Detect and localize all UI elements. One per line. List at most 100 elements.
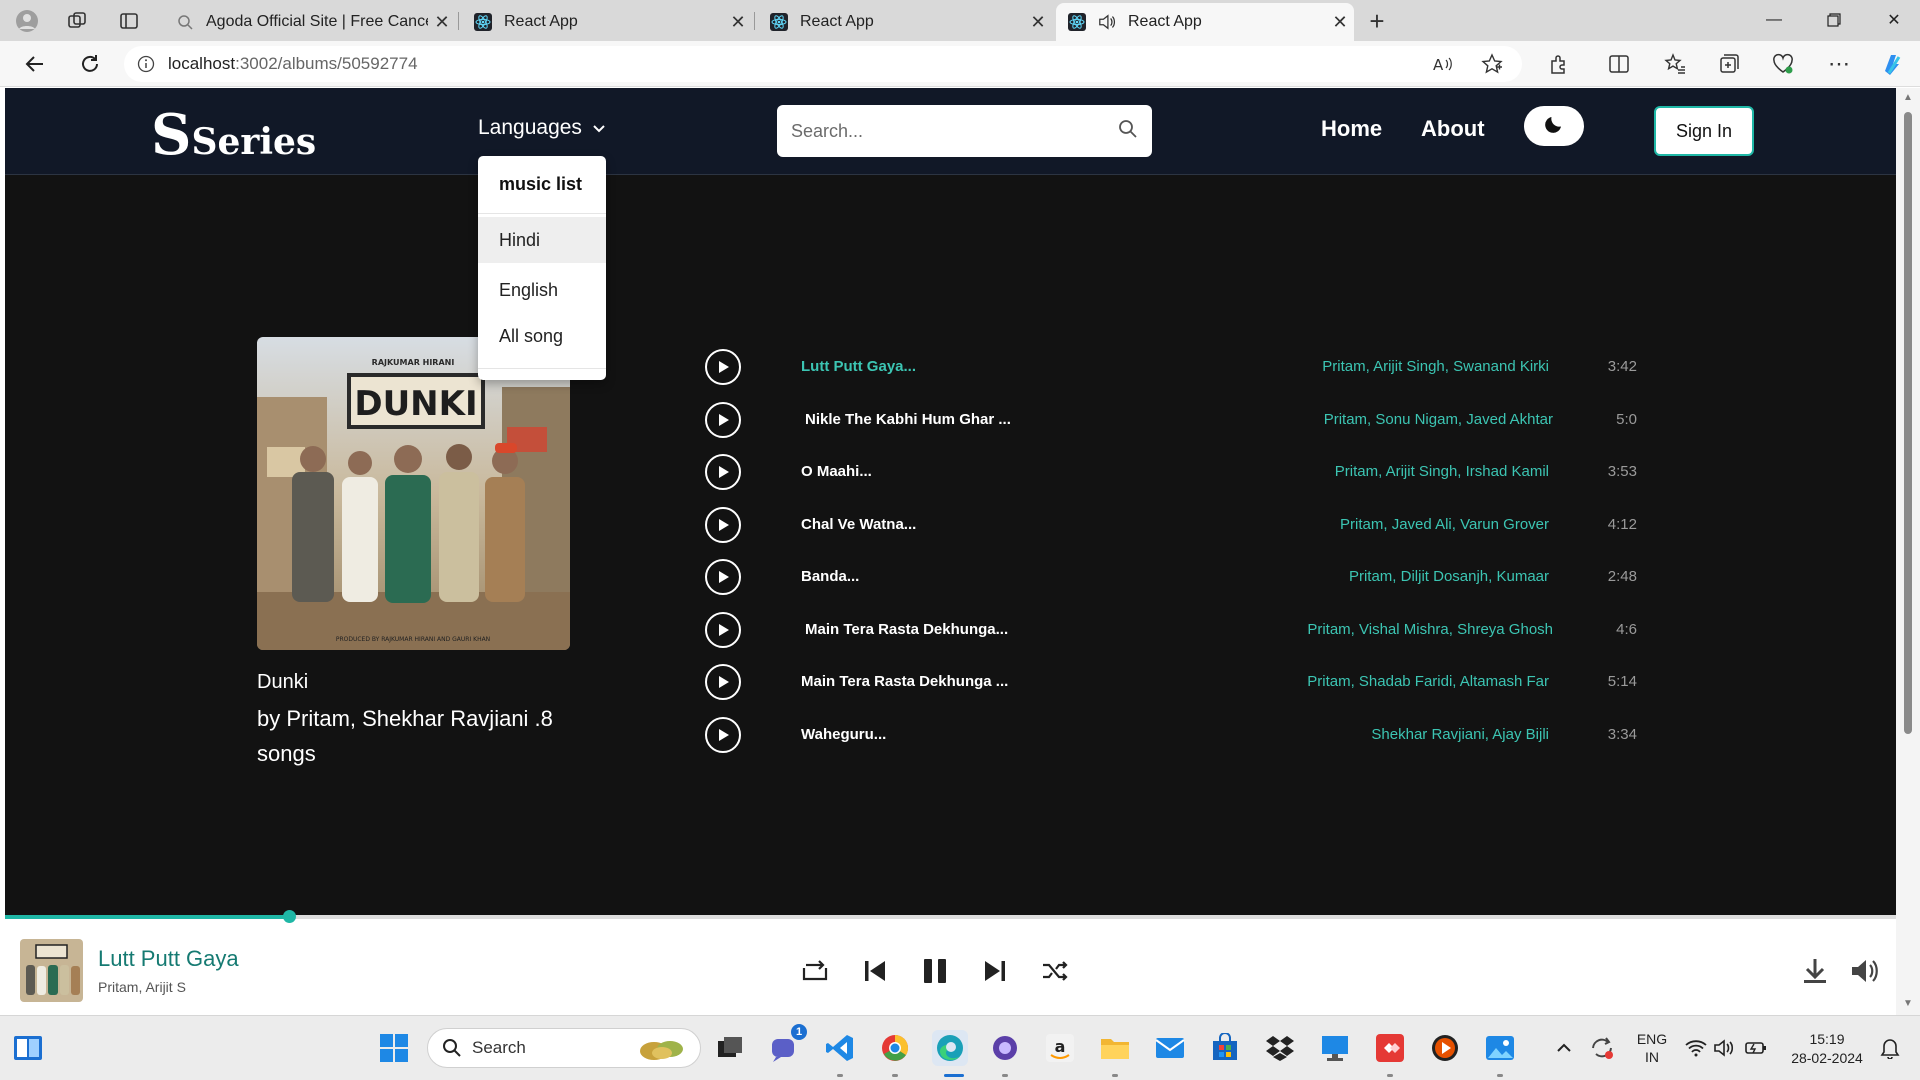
split-screen-icon[interactable] — [1604, 49, 1634, 79]
track-title[interactable]: Nikle The Kabhi Hum Ghar ... — [805, 411, 1011, 428]
track-row[interactable]: Chal Ve Watna... Pritam, Javed Ali, Varu… — [5, 507, 1896, 559]
speaker-icon[interactable] — [1706, 1030, 1742, 1066]
volume-icon[interactable] — [1847, 953, 1883, 989]
track-row[interactable]: Nikle The Kabhi Hum Ghar ... Pritam, Son… — [5, 402, 1896, 454]
browser-essentials-icon[interactable] — [1768, 49, 1798, 79]
taskbar-clock[interactable]: 15:19 28-02-2024 — [1782, 1030, 1872, 1068]
repeat-icon[interactable] — [797, 953, 833, 989]
sign-in-button[interactable]: Sign In — [1654, 106, 1754, 156]
remote-desktop-icon[interactable] — [1317, 1030, 1353, 1066]
start-windows-icon[interactable] — [376, 1030, 412, 1066]
dropbox-icon[interactable] — [1262, 1030, 1298, 1066]
anydesk-icon[interactable] — [1372, 1030, 1408, 1066]
scroll-down-icon[interactable]: ▼ — [1902, 998, 1914, 1010]
page-scrollbar[interactable]: ▲ ▼ — [1896, 88, 1920, 1015]
track-title[interactable]: Main Tera Rasta Dekhunga ... — [801, 673, 1008, 690]
battery-icon[interactable] — [1738, 1030, 1774, 1066]
favorites-icon[interactable] — [1660, 49, 1690, 79]
track-title[interactable]: Banda... — [801, 568, 859, 585]
play-circle-icon[interactable] — [705, 612, 741, 648]
tab-close-icon[interactable]: ✕ — [1024, 12, 1052, 33]
progress-bar[interactable] — [5, 910, 1896, 923]
shuffle-icon[interactable] — [1037, 953, 1073, 989]
nav-home-link[interactable]: Home — [1321, 116, 1382, 142]
back-arrow-icon[interactable] — [20, 49, 50, 79]
track-title[interactable]: Lutt Putt Gaya... — [801, 358, 916, 375]
site-info-icon[interactable] — [124, 55, 168, 73]
vscode-icon[interactable] — [822, 1030, 858, 1066]
track-row[interactable]: Lutt Putt Gaya... Pritam, Arijit Singh, … — [5, 349, 1896, 401]
tab-close-icon[interactable]: ✕ — [724, 12, 752, 33]
dropdown-item-all-song[interactable]: All song — [478, 313, 606, 359]
play-circle-icon[interactable] — [705, 664, 741, 700]
languages-dropdown-toggle[interactable]: Languages — [478, 116, 606, 140]
sync-icon[interactable] — [1584, 1030, 1620, 1066]
close-window-icon[interactable]: ✕ — [1872, 6, 1916, 34]
new-tab-icon[interactable]: + — [1362, 6, 1392, 36]
input-language-indicator[interactable]: ENG IN — [1632, 1030, 1672, 1066]
tab-agoda[interactable]: Agoda Official Site | Free Cancellation … — [164, 3, 456, 41]
tab-audio-playing-icon[interactable] — [1098, 13, 1116, 31]
favorite-star-icon[interactable] — [1477, 49, 1507, 79]
play-circle-icon[interactable] — [705, 507, 741, 543]
next-track-icon[interactable] — [977, 953, 1013, 989]
profile-icon[interactable] — [12, 6, 42, 36]
taskbar-search-box[interactable]: Search — [427, 1028, 701, 1068]
nav-about-link[interactable]: About — [1421, 116, 1485, 142]
notifications-bell-icon[interactable] — [1872, 1030, 1908, 1066]
edge-icon[interactable] — [932, 1030, 968, 1066]
tab-react-app-2[interactable]: React App ✕ — [758, 3, 1052, 41]
track-title[interactable]: O Maahi... — [801, 463, 872, 480]
track-row[interactable]: O Maahi... Pritam, Arijit Singh, Irshad … — [5, 454, 1896, 506]
microsoft-store-icon[interactable] — [1207, 1030, 1243, 1066]
browser-app-icon[interactable] — [987, 1030, 1023, 1066]
tab-react-app-active[interactable]: React App ✕ — [1056, 3, 1354, 41]
track-row[interactable]: Main Tera Rasta Dekhunga... Pritam, Vish… — [5, 612, 1896, 664]
tab-close-icon[interactable]: ✕ — [1326, 12, 1354, 33]
track-title[interactable]: Main Tera Rasta Dekhunga... — [805, 621, 1008, 638]
previous-track-icon[interactable] — [857, 953, 893, 989]
site-logo[interactable]: SSeries — [151, 102, 316, 168]
amazon-icon[interactable]: a — [1042, 1030, 1078, 1066]
track-title[interactable]: Waheguru... — [801, 726, 886, 743]
play-circle-icon[interactable] — [705, 454, 741, 490]
track-row[interactable]: Main Tera Rasta Dekhunga ... Pritam, Sha… — [5, 664, 1896, 716]
tab-actions-icon[interactable] — [114, 6, 144, 36]
play-circle-icon[interactable] — [705, 349, 741, 385]
scroll-up-icon[interactable]: ▲ — [1902, 92, 1914, 104]
track-row[interactable]: Banda... Pritam, Diljit Dosanjh, Kumaar … — [5, 559, 1896, 611]
theme-toggle-button[interactable] — [1524, 106, 1584, 146]
track-row[interactable]: Waheguru... Shekhar Ravjiani, Ajay Bijli… — [5, 717, 1896, 769]
minimize-icon[interactable]: — — [1752, 6, 1796, 34]
scrollbar-thumb[interactable] — [1904, 112, 1912, 734]
address-field[interactable]: localhost:3002/albums/50592774 — [124, 46, 1522, 82]
tab-react-app-1[interactable]: React App ✕ — [462, 3, 752, 41]
play-circle-icon[interactable] — [705, 402, 741, 438]
photos-icon[interactable] — [1482, 1030, 1518, 1066]
chrome-icon[interactable] — [877, 1030, 913, 1066]
read-aloud-icon[interactable]: A — [1428, 49, 1458, 79]
tab-close-icon[interactable]: ✕ — [428, 12, 456, 33]
search-icon[interactable] — [1118, 119, 1138, 144]
pause-icon[interactable] — [917, 953, 953, 989]
progress-knob[interactable] — [282, 910, 296, 923]
chevron-up-icon[interactable] — [1546, 1030, 1582, 1066]
dropdown-item-english[interactable]: English — [478, 267, 606, 313]
restore-icon[interactable] — [1812, 6, 1856, 34]
dropdown-item-hindi[interactable]: Hindi — [478, 217, 606, 263]
play-circle-icon[interactable] — [705, 717, 741, 753]
widgets-icon[interactable] — [10, 1030, 46, 1066]
play-circle-icon[interactable] — [705, 559, 741, 595]
mail-icon[interactable] — [1152, 1030, 1188, 1066]
task-view-icon[interactable] — [712, 1030, 748, 1066]
teams-chat-icon[interactable]: 1 — [767, 1024, 807, 1066]
media-player-icon[interactable] — [1427, 1030, 1463, 1066]
track-title[interactable]: Chal Ve Watna... — [801, 516, 916, 533]
dropdown-header[interactable]: music list — [478, 156, 606, 214]
extensions-icon[interactable] — [1544, 49, 1574, 79]
file-explorer-icon[interactable] — [1097, 1030, 1133, 1066]
collections-icon[interactable] — [1714, 49, 1744, 79]
workspaces-icon[interactable] — [62, 6, 92, 36]
refresh-icon[interactable] — [75, 49, 105, 79]
copilot-icon[interactable] — [1878, 49, 1908, 79]
